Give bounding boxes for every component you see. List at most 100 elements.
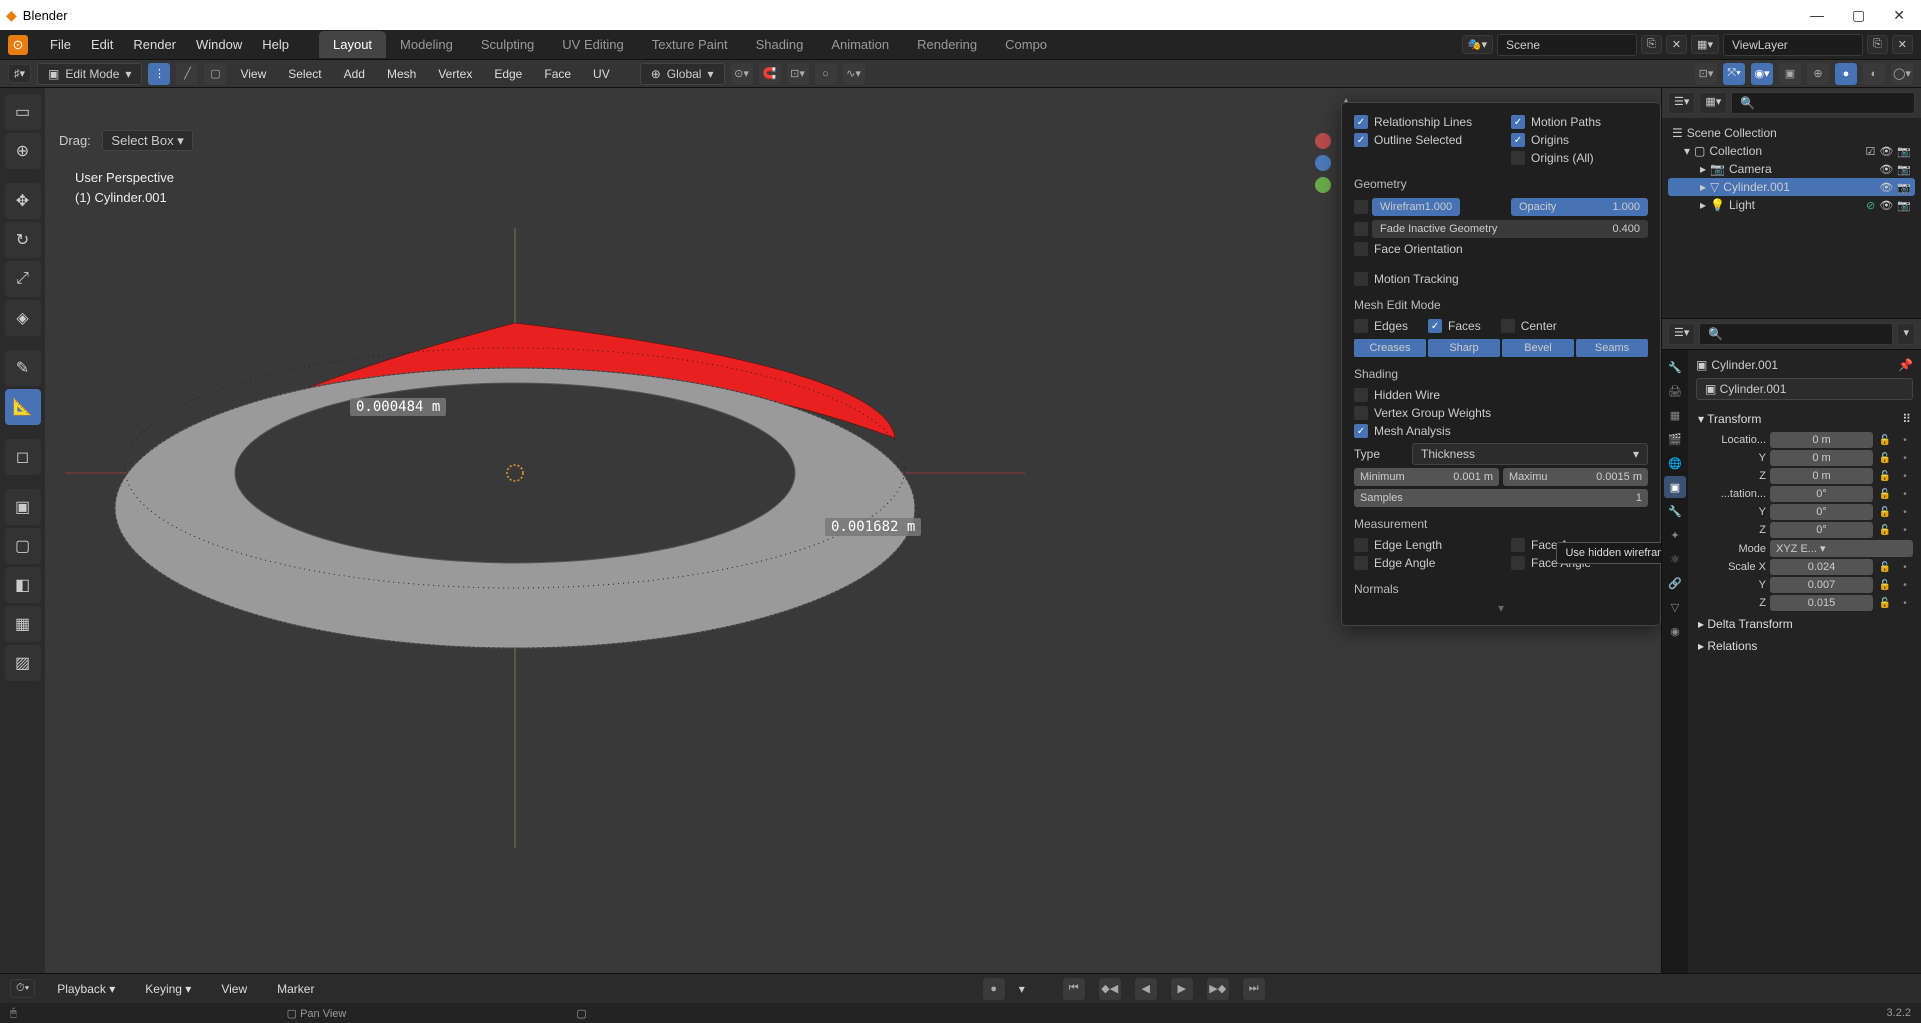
mode-selector[interactable]: ▣ Edit Mode ▾ [37,63,142,85]
camera-icon[interactable]: 📷 [1897,145,1911,158]
snap-icon[interactable]: 🧲 [759,63,781,85]
lock-icon[interactable]: 🔓 [1877,598,1893,609]
cb-vertex-group-weights[interactable]: Vertex Group Weights [1354,404,1648,422]
disable-icon[interactable]: ⊘ [1866,199,1875,212]
cb-edges[interactable]: Edges [1354,317,1408,335]
menu-select[interactable]: Select [280,64,329,84]
menu-tl-view[interactable]: View [213,979,255,999]
cb-fade-geometry[interactable] [1354,222,1368,236]
shading-material-icon[interactable]: ◐ [1863,63,1885,85]
tab-material-icon[interactable]: ◉ [1664,620,1686,642]
expand-down-icon[interactable]: ▾ [1354,601,1648,615]
tab-physics-icon[interactable]: ⚛ [1664,548,1686,570]
lock-icon[interactable]: 🔓 [1877,435,1893,446]
lock-icon[interactable]: 🔓 [1877,580,1893,591]
cb-edge-length[interactable]: Edge Length [1354,536,1491,554]
camera-row[interactable]: ▸📷Camera👁📷 [1668,160,1915,178]
shading-rendered-icon[interactable]: ◯▾ [1891,63,1913,85]
key-next-icon[interactable]: ▶◆ [1207,978,1229,1000]
menu-face[interactable]: Face [536,64,579,84]
tab-shading[interactable]: Shading [742,31,818,58]
cb-motion-tracking[interactable]: Motion Tracking [1354,270,1648,288]
menu-view[interactable]: View [232,64,274,84]
pin-icon[interactable]: 📌 [1898,358,1913,372]
tab-texpaint[interactable]: Texture Paint [638,31,742,58]
checkbox-icon[interactable]: ☑ [1865,145,1875,158]
cursor-tool[interactable]: ⊕ [5,133,41,169]
move-tool[interactable]: ✥ [5,183,41,219]
lock-icon[interactable]: 🔓 [1877,525,1893,536]
app-icon[interactable]: ⊙ [8,35,28,55]
tab-object-icon[interactable]: ▣ [1664,476,1686,498]
xray-icon[interactable]: ▣ [1779,63,1801,85]
analysis-type-select[interactable]: Thickness▾ [1412,443,1648,465]
select-tool[interactable]: ▭ [5,94,41,130]
minimum-field[interactable]: Minimum0.001 m [1354,468,1499,486]
cb-mesh-analysis[interactable]: ✓Mesh Analysis [1354,422,1648,440]
jump-end-icon[interactable]: ⏭ [1243,978,1265,1000]
rotation-mode-select[interactable]: XYZ E... ▾ [1770,540,1913,557]
drag-mode-select[interactable]: Select Box ▾ [102,130,192,151]
tab-modeling[interactable]: Modeling [386,31,467,58]
menu-edge[interactable]: Edge [486,64,530,84]
camera-icon[interactable]: 📷 [1897,163,1911,176]
proportional-curve-icon[interactable]: ∿▾ [843,63,865,85]
btn-creases[interactable]: Creases [1354,339,1426,357]
tab-viewlayer-icon[interactable]: ▦ [1664,404,1686,426]
mesh-visibility-icon[interactable]: ⊡▾ [1695,63,1717,85]
object-name-field[interactable]: ▣ Cylinder.001 [1696,378,1913,400]
gizmo-icon[interactable]: ⤧▾ [1723,63,1745,85]
cylinder-row[interactable]: ▸▽Cylinder.001👁📷 [1668,178,1915,196]
cb-motion-paths[interactable]: ✓Motion Paths [1511,113,1648,131]
scene-delete-icon[interactable]: ✕ [1666,35,1687,54]
menu-mesh[interactable]: Mesh [379,64,424,84]
pivot-icon[interactable]: ⊙▾ [731,63,753,85]
location-x[interactable]: 0 m [1770,432,1873,448]
btn-sharp[interactable]: Sharp [1428,339,1500,357]
eye-icon[interactable]: 👁 [1879,145,1893,158]
key-prev-icon[interactable]: ◆◀ [1099,978,1121,1000]
tab-compositing[interactable]: Compo [991,31,1061,58]
breadcrumb-object[interactable]: Cylinder.001 [1711,358,1778,372]
location-z[interactable]: 0 m [1770,468,1873,484]
cb-wireframe[interactable] [1354,200,1368,214]
btn-bevel[interactable]: Bevel [1502,339,1574,357]
cb-origins-all[interactable]: Origins (All) [1511,149,1648,167]
lock-icon[interactable]: 🔓 [1877,471,1893,482]
outliner-mode-icon[interactable]: ☰▾ [1668,92,1695,114]
inset-tool[interactable]: ▢ [5,528,41,564]
options-icon[interactable]: ▾ [1897,323,1915,345]
opacity-slider[interactable]: Opacity1.000 [1511,198,1648,216]
rotation-y[interactable]: 0° [1770,504,1873,520]
tab-sculpting[interactable]: Sculpting [467,31,548,58]
scene-collection-row[interactable]: ☰Scene Collection [1668,124,1915,142]
camera-icon[interactable]: 📷 [1897,181,1911,194]
cb-outline-selected[interactable]: ✓Outline Selected [1354,131,1491,149]
tab-world-icon[interactable]: 🌐 [1664,452,1686,474]
rotation-x[interactable]: 0° [1770,486,1873,502]
menu-add[interactable]: Add [336,64,373,84]
tab-output-icon[interactable]: 🖨 [1664,380,1686,402]
fade-slider[interactable]: Fade Inactive Geometry0.400 [1372,220,1648,238]
props-mode-icon[interactable]: ☰▾ [1668,323,1695,345]
lock-icon[interactable]: 🔓 [1877,489,1893,500]
cb-origins[interactable]: ✓Origins [1511,131,1648,149]
menu-vertex[interactable]: Vertex [430,64,480,84]
editor-type-icon[interactable]: ♯▾ [8,64,31,83]
tab-layout[interactable]: Layout [319,31,386,58]
tab-data-icon[interactable]: ▽ [1664,596,1686,618]
layer-delete-icon[interactable]: ✕ [1892,35,1913,54]
maximize-icon[interactable]: ▢ [1852,7,1865,24]
face-select-icon[interactable]: ▢ [204,63,226,85]
shading-solid-icon[interactable]: ● [1835,63,1857,85]
lock-icon[interactable]: 🔓 [1877,507,1893,518]
timeline-editor-icon[interactable]: ⏱▾ [10,979,35,998]
layer-copy-icon[interactable]: ⎘ [1867,35,1888,54]
jump-start-icon[interactable]: ⏮ [1063,978,1085,1000]
scene-copy-icon[interactable]: ⎘ [1641,35,1662,54]
menu-window[interactable]: Window [186,33,252,56]
viewport-3d[interactable]: Drag: Select Box ▾ User Perspective (1) … [45,88,1661,973]
camera-icon[interactable]: 📷 [1897,199,1911,212]
collection-row[interactable]: ▾▢Collection☑👁📷 [1668,142,1915,160]
scale-y[interactable]: 0.007 [1770,577,1873,593]
